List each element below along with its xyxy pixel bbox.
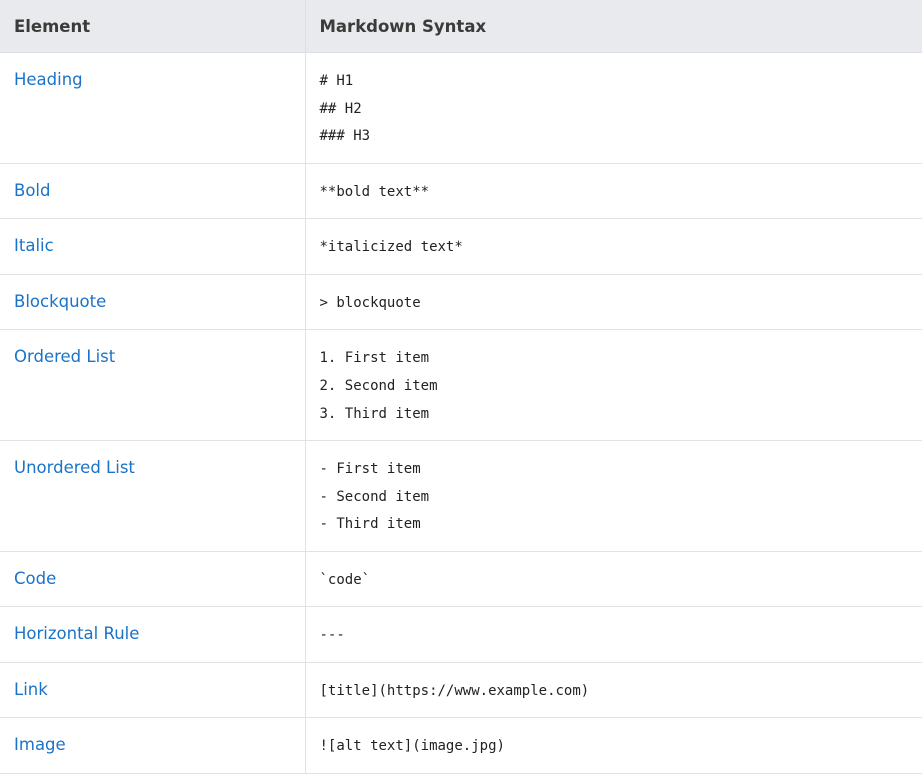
element-link[interactable]: Horizontal Rule (0, 607, 305, 645)
syntax-line: 3. Third item (320, 404, 909, 432)
table-row: Italic *italicized text* (0, 219, 922, 275)
syntax-line: **bold text** (320, 182, 909, 210)
table-row: Ordered List1. First item2. Second item3… (0, 330, 922, 441)
element-cell: Italic (0, 219, 305, 275)
header-row: Element Markdown Syntax (0, 0, 922, 53)
syntax-cell: `code` (305, 551, 922, 607)
element-cell: Image (0, 718, 305, 774)
syntax-line: ## H2 (320, 99, 909, 127)
syntax-code: ![alt text](image.jpg) (306, 718, 922, 764)
table-header: Element Markdown Syntax (0, 0, 922, 53)
element-link[interactable]: Image (0, 718, 305, 756)
table-row: Heading# H1## H2### H3 (0, 53, 922, 164)
table-row: Image ![alt text](image.jpg) (0, 718, 922, 774)
syntax-line: - Second item (320, 487, 909, 515)
syntax-cell: ![alt text](image.jpg) (305, 718, 922, 774)
column-header-syntax: Markdown Syntax (305, 0, 922, 53)
syntax-line: # H1 (320, 71, 909, 99)
syntax-line: --- (320, 625, 909, 653)
syntax-cell: [title](https://www.example.com) (305, 662, 922, 718)
element-cell: Ordered List (0, 330, 305, 441)
element-cell: Link (0, 662, 305, 718)
syntax-cell: > blockquote (305, 274, 922, 330)
element-cell: Heading (0, 53, 305, 164)
syntax-line: 2. Second item (320, 376, 909, 404)
table-row: Unordered List- First item- Second item-… (0, 441, 922, 552)
element-link[interactable]: Blockquote (0, 275, 305, 313)
syntax-code: [title](https://www.example.com) (306, 663, 922, 709)
element-link[interactable]: Italic (0, 219, 305, 257)
element-cell: Horizontal Rule (0, 607, 305, 663)
syntax-line: *italicized text* (320, 237, 909, 265)
syntax-line: ![alt text](image.jpg) (320, 736, 909, 764)
syntax-code: - First item- Second item- Third item (306, 441, 922, 542)
element-cell: Bold (0, 163, 305, 219)
syntax-code: *italicized text* (306, 219, 922, 265)
element-link[interactable]: Unordered List (0, 441, 305, 479)
element-cell: Blockquote (0, 274, 305, 330)
syntax-cell: *italicized text* (305, 219, 922, 275)
syntax-code: --- (306, 607, 922, 653)
element-link[interactable]: Link (0, 663, 305, 701)
column-header-element: Element (0, 0, 305, 53)
element-cell: Code (0, 551, 305, 607)
syntax-cell: - First item- Second item- Third item (305, 441, 922, 552)
syntax-line: - First item (320, 459, 909, 487)
syntax-cell: 1. First item2. Second item3. Third item (305, 330, 922, 441)
syntax-line: 1. First item (320, 348, 909, 376)
table-row: Horizontal Rule --- (0, 607, 922, 663)
syntax-code: > blockquote (306, 275, 922, 321)
syntax-code: 1. First item2. Second item3. Third item (306, 330, 922, 431)
syntax-line: - Third item (320, 514, 909, 542)
element-link[interactable]: Heading (0, 53, 305, 91)
syntax-line: `code` (320, 570, 909, 598)
syntax-code: `code` (306, 552, 922, 598)
element-link[interactable]: Bold (0, 164, 305, 202)
syntax-line: ### H3 (320, 126, 909, 154)
syntax-cell: --- (305, 607, 922, 663)
syntax-line: > blockquote (320, 293, 909, 321)
syntax-code: # H1## H2### H3 (306, 53, 922, 154)
markdown-syntax-table: Element Markdown Syntax Heading# H1## H2… (0, 0, 922, 774)
table-row: Code `code` (0, 551, 922, 607)
element-link[interactable]: Ordered List (0, 330, 305, 368)
syntax-code: **bold text** (306, 164, 922, 210)
syntax-cell: **bold text** (305, 163, 922, 219)
syntax-line: [title](https://www.example.com) (320, 681, 909, 709)
element-link[interactable]: Code (0, 552, 305, 590)
syntax-cell: # H1## H2### H3 (305, 53, 922, 164)
table-row: Blockquote > blockquote (0, 274, 922, 330)
table-row: Bold **bold text** (0, 163, 922, 219)
element-cell: Unordered List (0, 441, 305, 552)
table-body: Heading# H1## H2### H3Bold**bold text**I… (0, 53, 922, 774)
table-row: Link [title](https://www.example.com) (0, 662, 922, 718)
